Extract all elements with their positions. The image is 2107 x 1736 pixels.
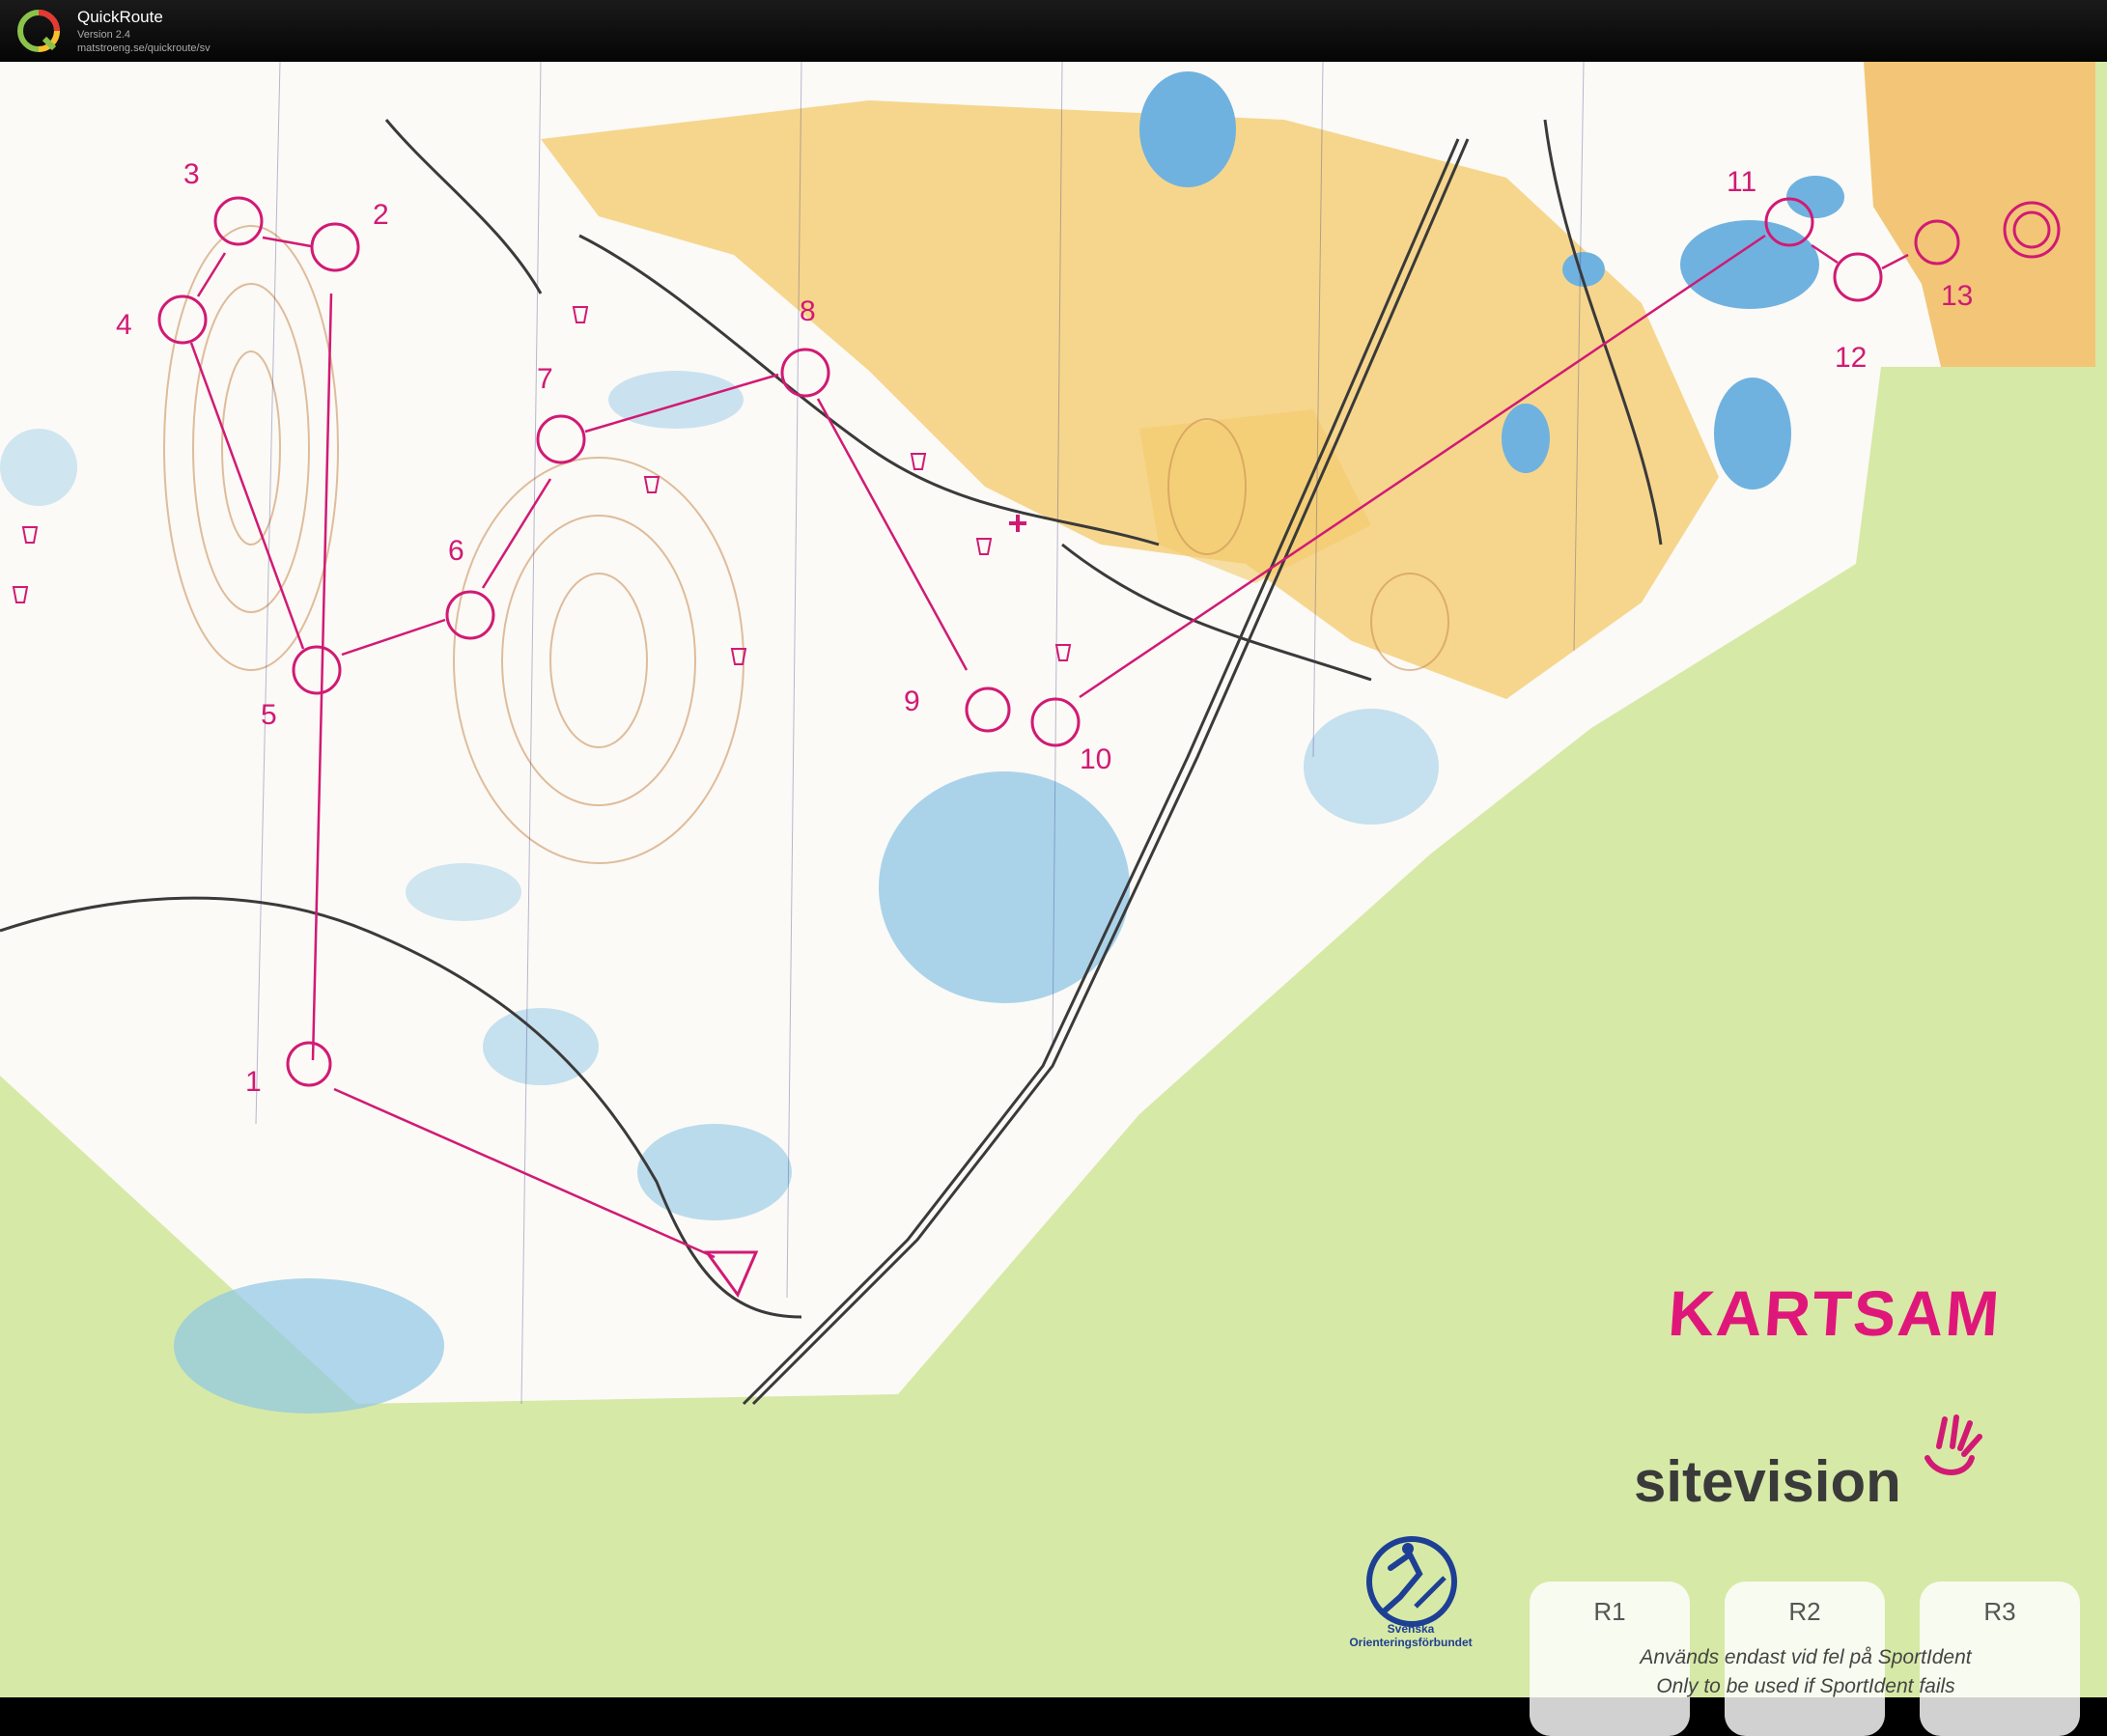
control-label-1: 1: [245, 1066, 262, 1098]
control-label-5: 5: [261, 699, 277, 731]
federation-line-1: Svenska: [1387, 1622, 1435, 1636]
kartsam-logo: KARTSAM: [1666, 1277, 2004, 1349]
lake: [1714, 378, 1791, 490]
lake: [1680, 220, 1819, 309]
marsh: [879, 771, 1130, 1003]
backup-note-sv: Används endast vid fel på SportIdent: [1640, 1646, 1972, 1668]
lake: [1139, 71, 1236, 187]
marsh: [0, 429, 77, 506]
control-label-3: 3: [183, 158, 200, 190]
app-title: QuickRoute: [77, 8, 163, 26]
control-label-7: 7: [537, 363, 553, 395]
marsh: [406, 863, 521, 921]
control-label-13: 13: [1941, 280, 1974, 312]
quickroute-logo-icon: [17, 10, 60, 52]
control-label-11: 11: [1727, 166, 1757, 198]
marsh: [483, 1008, 599, 1085]
lake: [1786, 176, 1844, 218]
app-url[interactable]: matstroeng.se/quickroute/sv: [77, 42, 211, 54]
control-label-6: 6: [448, 535, 464, 567]
backup-note: Används endast vid fel på SportIdent Onl…: [1506, 1643, 2105, 1701]
federation-name: Svenska Orienteringsförbundet: [1319, 1622, 1503, 1649]
backup-box-label: R1: [1593, 1597, 1626, 1626]
marsh: [637, 1124, 792, 1220]
title-bar: QuickRoute Version 2.4 matstroeng.se/qui…: [0, 0, 2107, 62]
marsh: [174, 1278, 444, 1414]
control-label-9: 9: [904, 686, 920, 717]
orienteering-map[interactable]: 1 2 3 4 5 6 7 8 9 10 11 12 13 KARTSAM si…: [0, 62, 2107, 1736]
sitevision-logo: sitevision: [1634, 1449, 1901, 1514]
control-label-10: 10: [1080, 743, 1112, 775]
control-label-12: 12: [1835, 342, 1868, 374]
control-label-8: 8: [800, 295, 816, 327]
backup-box-label: R2: [1788, 1597, 1821, 1626]
marsh: [1304, 709, 1439, 825]
control-label-4: 4: [116, 309, 132, 341]
lake: [1502, 404, 1550, 473]
app-version: Version 2.4: [77, 29, 131, 41]
backup-box-label: R3: [1983, 1597, 2016, 1626]
control-label-2: 2: [373, 199, 389, 231]
federation-line-2: Orienteringsförbundet: [1349, 1636, 1473, 1649]
